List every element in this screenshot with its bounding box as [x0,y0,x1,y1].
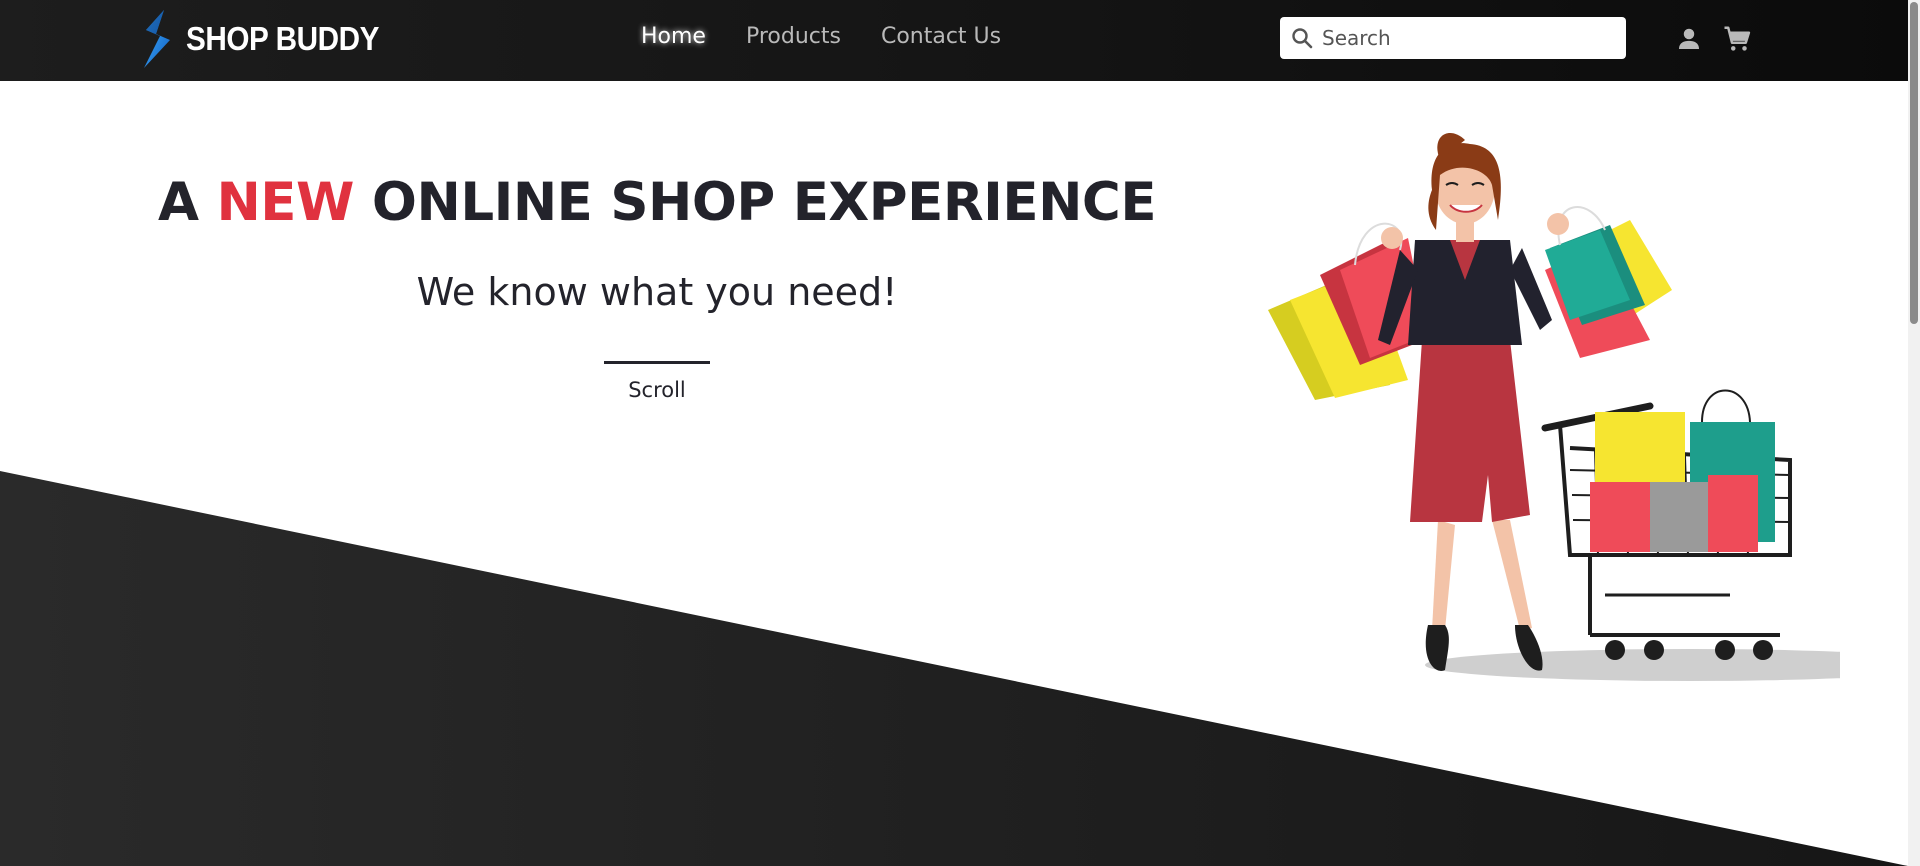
search-box [1280,17,1626,59]
main-nav: Home Products Contact Us [641,22,1001,52]
nav-link-products[interactable]: Products [746,22,841,52]
cart-icon[interactable] [1722,24,1752,54]
search-icon [1292,28,1313,49]
hero-subheading: We know what you need! [416,270,898,314]
hero-headline: A NEW ONLINE SHOP EXPERIENCE [0,172,1314,233]
brand[interactable]: SHOP BUDDY [140,10,400,68]
brand-name: SHOP BUDDY [186,20,379,57]
user-icon[interactable] [1674,24,1704,54]
top-navbar: SHOP BUDDY Home Products Contact Us [0,0,1908,81]
scrollbar-thumb[interactable] [1910,2,1918,324]
scroll-link[interactable]: Scroll [0,378,1314,402]
nav-link-home[interactable]: Home [641,22,706,52]
nav-link-contact-us[interactable]: Contact Us [881,22,1001,52]
scroll-divider [604,361,710,364]
headline-suffix: ONLINE SHOP EXPERIENCE [353,172,1157,233]
headline-accent-new: NEW [216,172,354,233]
lightning-s-logo-icon [144,10,170,68]
woman-shopping-illustration-icon [1268,132,1840,681]
headline-prefix: A [157,172,217,233]
search-input[interactable] [1320,25,1614,51]
